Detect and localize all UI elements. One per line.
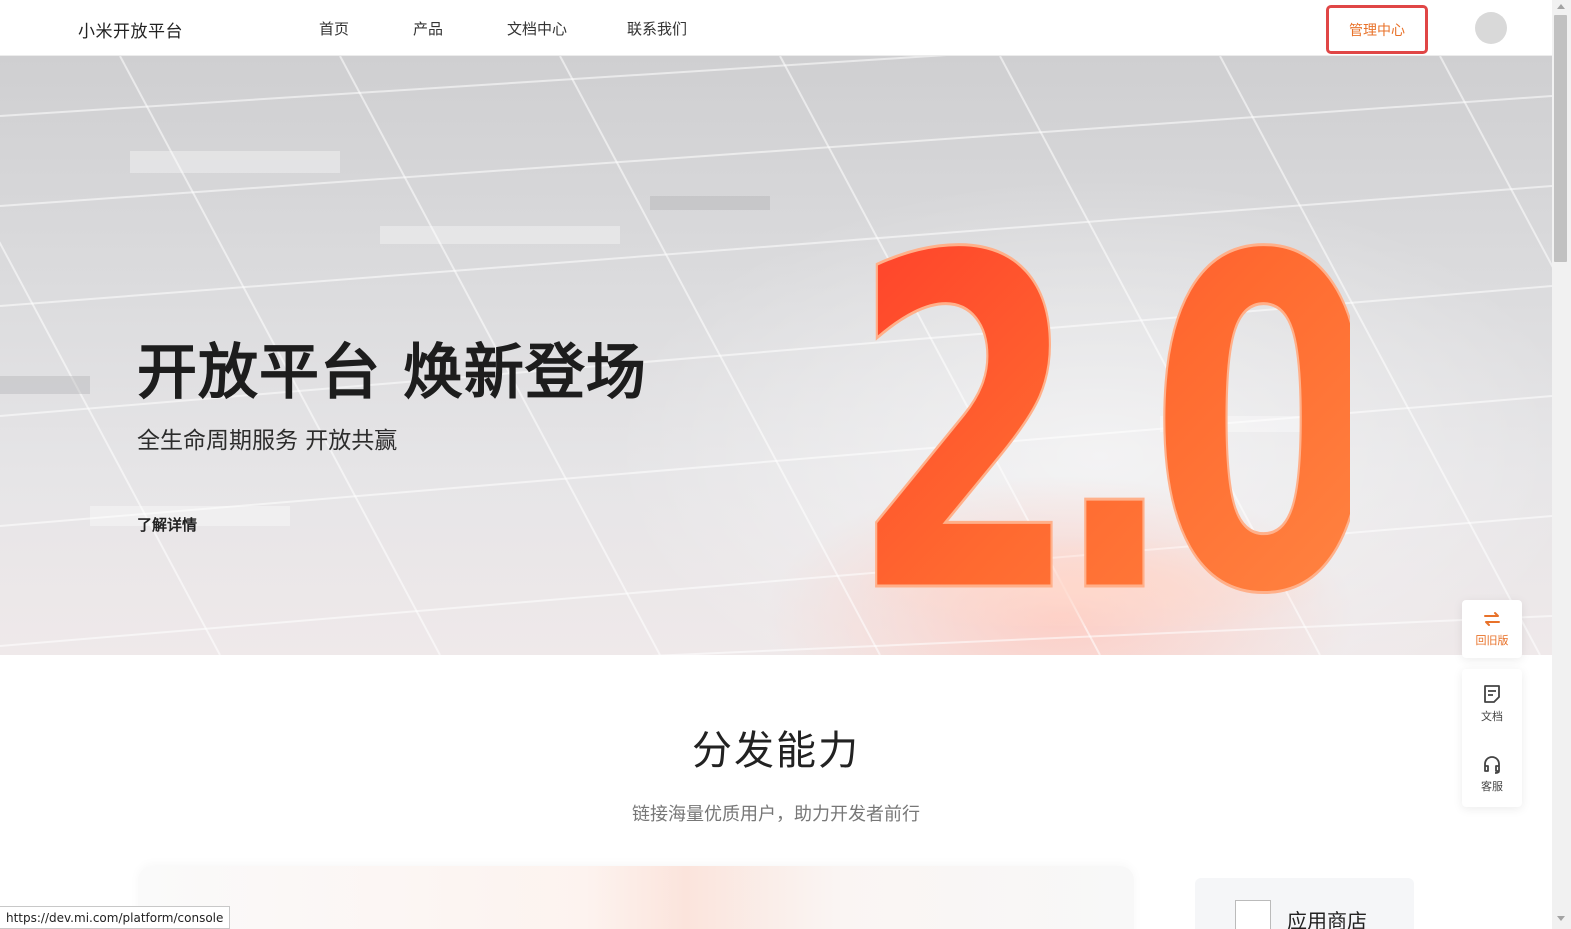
docs-float-label: 文档 <box>1481 710 1503 723</box>
customer-service-label: 客服 <box>1481 780 1503 793</box>
page: 小米开放平台 首页 产品 文档中心 联系我们 管理中心 开放平台 焕新登场 全生… <box>0 0 1571 929</box>
back-to-old-version-button[interactable]: 回旧版 <box>1462 600 1522 658</box>
vertical-scrollbar[interactable] <box>1552 0 1571 929</box>
main-nav: 首页 产品 文档中心 联系我们 <box>319 18 687 39</box>
broken-image-icon <box>1235 900 1271 929</box>
scroll-down-icon[interactable] <box>1557 916 1565 921</box>
side-tools-panel: 文档 客服 <box>1462 669 1522 807</box>
back-to-old-version-panel: 回旧版 <box>1462 600 1522 658</box>
back-to-old-version-label: 回旧版 <box>1475 634 1509 647</box>
hero-banner: 开放平台 焕新登场 全生命周期服务 开放共赢 了解详情 2.0 <box>0 56 1552 655</box>
status-bar-url: https://dev.mi.com/platform/console <box>0 906 231 929</box>
docs-float-button[interactable]: 文档 <box>1462 669 1522 739</box>
distribution-feature-card[interactable] <box>138 866 1134 929</box>
nav-item-home[interactable]: 首页 <box>319 18 413 39</box>
admin-center-button[interactable]: 管理中心 <box>1326 5 1428 54</box>
version-2-0-graphic: 2.0 <box>860 186 1350 626</box>
scrollbar-thumb[interactable] <box>1554 15 1567 262</box>
nav-item-contact[interactable]: 联系我们 <box>627 18 687 39</box>
site-logo[interactable]: 小米开放平台 <box>78 17 183 42</box>
top-header: 小米开放平台 首页 产品 文档中心 联系我们 管理中心 <box>0 0 1552 56</box>
learn-more-link[interactable]: 了解详情 <box>137 514 197 535</box>
switch-icon <box>1484 612 1500 626</box>
nav-item-docs[interactable]: 文档中心 <box>507 18 627 39</box>
document-icon <box>1484 685 1500 703</box>
version-badge-text: 2.0 <box>860 186 1350 626</box>
customer-service-button[interactable]: 客服 <box>1462 739 1522 809</box>
section-title: 分发能力 <box>692 728 860 774</box>
headset-icon <box>1484 756 1500 774</box>
scroll-up-icon[interactable] <box>1557 4 1565 9</box>
avatar[interactable] <box>1475 12 1507 44</box>
section-subtitle: 链接海量优质用户，助力开发者前行 <box>632 804 920 825</box>
hero-title: 开放平台 焕新登场 <box>137 338 647 408</box>
app-store-label: 应用商店 <box>1287 909 1367 929</box>
hero-subtitle: 全生命周期服务 开放共赢 <box>137 428 398 454</box>
nav-item-products[interactable]: 产品 <box>413 18 507 39</box>
